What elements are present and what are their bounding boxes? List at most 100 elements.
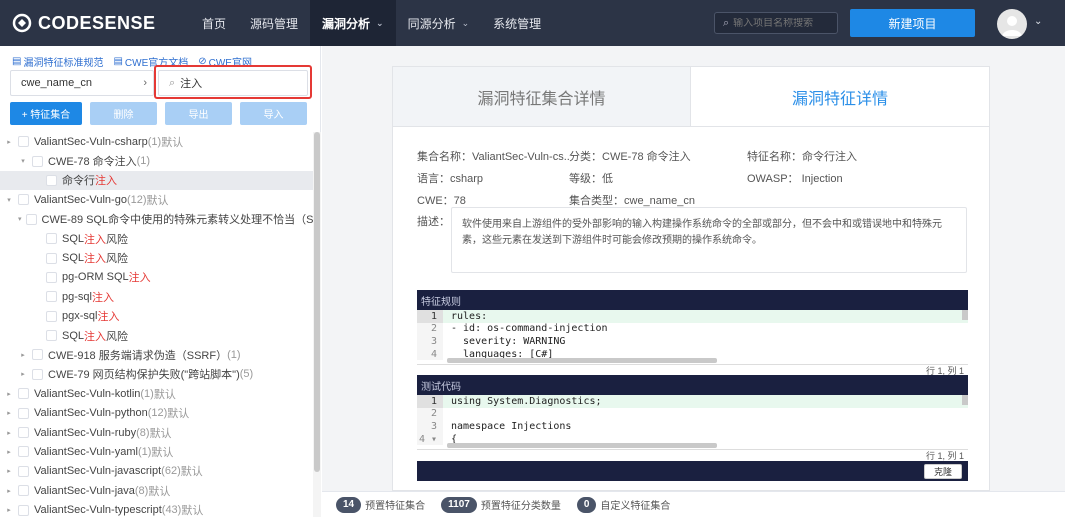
tree-node[interactable]: SQL 注入 风险: [0, 326, 313, 345]
tree-node[interactable]: ▸ CWE-918 服务端请求伪造（SSRF） (1): [0, 345, 313, 364]
link-standard[interactable]: ▤ 漏洞特征标准规范: [12, 54, 103, 69]
tree-node-match: 注入: [95, 175, 117, 188]
tree-node-checkbox[interactable]: [32, 368, 43, 380]
tree-node-checkbox[interactable]: [25, 213, 37, 225]
expand-arrow-icon[interactable]: ▸: [4, 138, 14, 146]
expand-arrow-icon[interactable]: ▾: [18, 157, 28, 165]
tree-node-checkbox[interactable]: [32, 349, 43, 361]
line-text: severity: WARNING: [451, 335, 566, 347]
tree-node[interactable]: SQL 注入 风险: [0, 248, 313, 267]
tree-node[interactable]: ▾ ValiantSec-Vuln-go (12) 默认: [0, 190, 313, 209]
expand-arrow-icon[interactable]: ▸: [4, 448, 14, 456]
nav-item-4[interactable]: 系统管理: [481, 0, 553, 46]
tree-node-count: (12): [126, 193, 147, 206]
tree-node-checkbox[interactable]: [46, 252, 57, 264]
tree-node[interactable]: ▸ ValiantSec-Vuln-python (12) 默认: [0, 403, 313, 422]
clone-button[interactable]: 克隆: [924, 464, 962, 479]
tree-node[interactable]: ▸ ValiantSec-Vuln-yaml (1) 默认: [0, 442, 313, 461]
tree-node-count: (1): [137, 445, 152, 458]
logo[interactable]: CODESENSE: [0, 13, 190, 34]
line-text: - id: os-command-injection: [451, 323, 608, 335]
info-field: 集合名称：ValiantSec-Vuln-cs...: [417, 151, 569, 163]
tree-node[interactable]: ▸ ValiantSec-Vuln-csharp (1) 默认: [0, 132, 313, 151]
tree-node-checkbox[interactable]: [18, 465, 29, 477]
tree-node-tag: 默认: [161, 136, 184, 149]
expand-arrow-icon[interactable]: ▸: [4, 429, 14, 437]
nav-item-0[interactable]: 首页: [190, 0, 238, 46]
expand-arrow-icon[interactable]: ▸: [18, 351, 28, 359]
tree-node-checkbox[interactable]: [18, 194, 29, 206]
tree-node-checkbox[interactable]: [18, 427, 29, 439]
nav-item-3[interactable]: 同源分析 ⌄: [396, 0, 482, 46]
field-select[interactable]: cwe_name_cn ›: [10, 70, 154, 96]
tree-node-checkbox[interactable]: [18, 485, 29, 497]
tree-node[interactable]: ▸ ValiantSec-Vuln-ruby (8) 默认: [0, 423, 313, 442]
tab-feature-set-detail[interactable]: 漏洞特征集合详情: [393, 67, 691, 126]
tree-node-checkbox[interactable]: [46, 271, 57, 283]
tree-node[interactable]: ▸ CWE-79 网页结构保护失败("跨站脚本") (5): [0, 365, 313, 384]
tree-node[interactable]: ▾ CWE-78 命令注入 (1): [0, 151, 313, 170]
tree-node-checkbox[interactable]: [46, 310, 57, 322]
project-search-input[interactable]: [733, 17, 834, 29]
tree-node-checkbox[interactable]: [46, 291, 57, 303]
feature-tree-panel: ▤ 漏洞特征标准规范 ▤ CWE官方文档 ⊘ CWE官网 cwe_name_cn › …: [0, 46, 321, 517]
new-project-button[interactable]: 新建项目: [850, 9, 975, 37]
tree-node-count: (8): [136, 426, 150, 439]
rule-code[interactable]: 1 rules: 2- id: os-command-injection 3 seve…: [417, 310, 968, 364]
tree-node[interactable]: ▸ ValiantSec-Vuln-kotlin (1) 默认: [0, 384, 313, 403]
nav-item-label: 漏洞分析: [322, 16, 371, 31]
expand-arrow-icon[interactable]: ▸: [4, 506, 14, 514]
tree-node[interactable]: ▸ ValiantSec-Vuln-javascript (62) 默认: [0, 462, 313, 481]
info-field: 语言：csharp: [417, 173, 484, 185]
tree-node-checkbox[interactable]: [18, 446, 29, 458]
tree-node-label: CWE-79 网页结构保护失败("跨站脚本"): [48, 369, 240, 382]
tree-node-checkbox[interactable]: [18, 388, 29, 400]
test-code[interactable]: 1 using System.Diagnostics; 2 3 namespace In…: [417, 395, 968, 449]
tree-node[interactable]: ▸ ValiantSec-Vuln-typescript (43) 默认: [0, 500, 313, 517]
expand-arrow-icon[interactable]: ▸: [4, 409, 14, 417]
tree-node-checkbox[interactable]: [46, 233, 57, 245]
tree-node-tag: 默认: [167, 408, 190, 421]
expand-arrow-icon[interactable]: ▾: [4, 196, 14, 204]
tree-node[interactable]: pg-sql 注入: [0, 287, 313, 306]
tree-node[interactable]: ▾ CWE-89 SQL命令中使用的特殊元素转义处理不恰当（SQL注入）: [0, 210, 313, 229]
tree-node-label-suffix: 风险: [106, 233, 129, 246]
tree-node-checkbox[interactable]: [46, 330, 57, 342]
tree-node-checkbox[interactable]: [18, 136, 29, 148]
nav-item-1[interactable]: 源码管理: [238, 0, 310, 46]
expand-arrow-icon[interactable]: ▸: [4, 467, 14, 475]
tree-node[interactable]: pgx-sql 注入: [0, 307, 313, 326]
tree-node-checkbox[interactable]: [18, 504, 29, 516]
line-number: 1: [417, 395, 443, 408]
vertical-scrollbar[interactable]: [962, 395, 968, 405]
tab-feature-detail[interactable]: 漏洞特征详情: [691, 67, 989, 126]
expand-arrow-icon[interactable]: ▸: [4, 487, 14, 495]
horizontal-scrollbar[interactable]: [447, 443, 717, 448]
info-field: OWASP： Injection: [747, 173, 843, 185]
tree-node-checkbox[interactable]: [18, 407, 29, 419]
code-line: 2: [417, 407, 968, 421]
avatar[interactable]: [997, 9, 1027, 39]
project-search[interactable]: ⌕: [714, 12, 838, 34]
tree-node-checkbox[interactable]: [46, 174, 57, 186]
vertical-scrollbar[interactable]: [962, 310, 968, 320]
tree-node-label: CWE-918 服务端请求伪造（SSRF）: [48, 349, 228, 362]
tree-node[interactable]: 命令行 注入: [0, 170, 313, 191]
nav-item-2[interactable]: 漏洞分析 ⌄: [310, 0, 396, 46]
chevron-down-icon[interactable]: ⌄: [1034, 16, 1042, 27]
import-button[interactable]: 导入: [240, 102, 307, 125]
horizontal-scrollbar[interactable]: [447, 358, 717, 363]
expand-arrow-icon[interactable]: ▸: [4, 390, 14, 398]
tree-node-checkbox[interactable]: [32, 155, 43, 167]
stat-label: 预置特征集合: [365, 501, 426, 512]
tree-node[interactable]: pg-ORM SQL 注入: [0, 268, 313, 287]
expand-arrow-icon[interactable]: ▾: [18, 215, 22, 223]
delete-button[interactable]: 删除: [90, 102, 157, 125]
document-icon: ▤: [12, 56, 22, 67]
tree-node[interactable]: SQL 注入 风险: [0, 229, 313, 248]
add-feature-set-button[interactable]: + 特征集合: [10, 102, 82, 125]
export-button[interactable]: 导出: [165, 102, 232, 125]
tree-scrollbar-thumb[interactable]: [314, 132, 320, 472]
tree-node[interactable]: ▸ ValiantSec-Vuln-java (8) 默认: [0, 481, 313, 500]
expand-arrow-icon[interactable]: ▸: [18, 370, 28, 378]
